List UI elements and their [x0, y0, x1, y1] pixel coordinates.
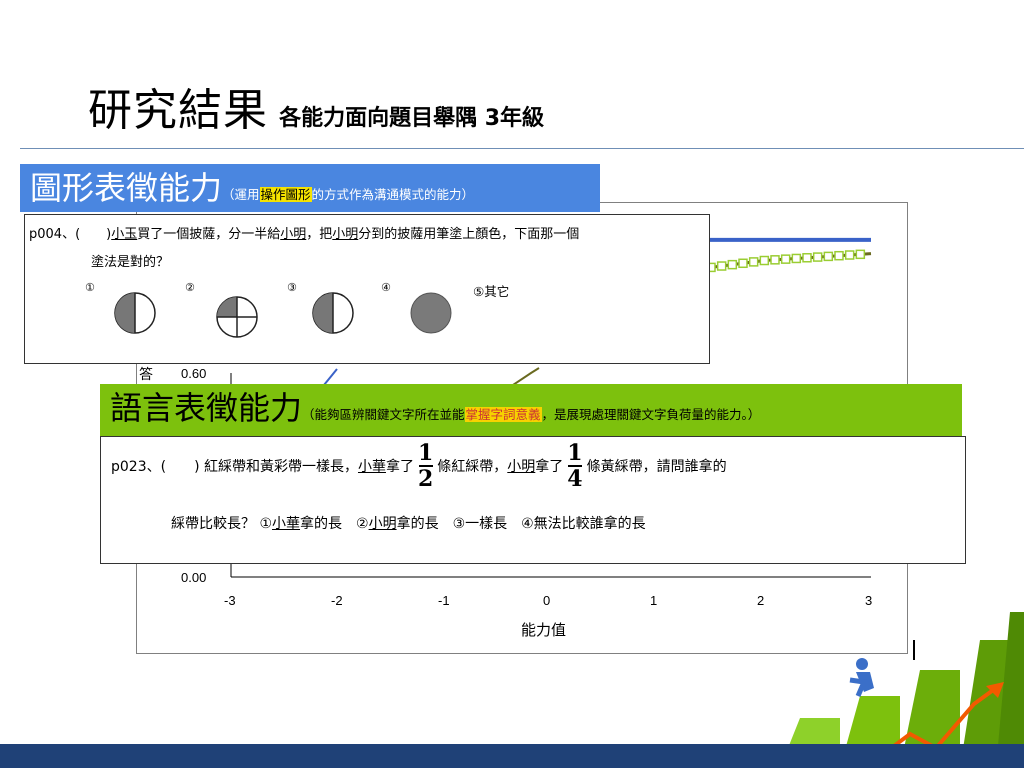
lang-desc-post: ，是展現處理關鍵文字負荷量的能力。）: [541, 407, 761, 422]
y-axis-label: 答: [139, 366, 153, 382]
staircase-decoration: [780, 612, 1024, 768]
option-4-label: ④: [381, 281, 391, 294]
q1-seg-g: 分到的披薩用筆塗上顏色，下面那一個: [358, 227, 580, 242]
fraction-one-quarter: 14: [567, 441, 582, 491]
partial-curve-segment-2: [512, 367, 540, 386]
x-axis-label: 能力值: [521, 622, 566, 639]
x-tick-label-1: 1: [650, 593, 657, 608]
y-tick-label-000: 0.00: [181, 570, 206, 585]
series-1-marker: [716, 261, 727, 271]
frac1-denominator: 2: [417, 466, 434, 492]
q2-seg-b: 小華: [357, 459, 386, 475]
q1-seg-d: 小明: [280, 227, 307, 242]
series-1-marker: [727, 259, 738, 270]
x-tick-label-neg2: -2: [331, 593, 343, 608]
slide-title: 研究結果: [88, 85, 268, 136]
question-p004-card: p004、( )小玉買了一個披薩，分一半給小明，把小明分到的披薩用筆塗上顏色，下…: [24, 214, 710, 364]
slide-subtitle: 各能力面向題目舉隅 3年級: [279, 106, 545, 131]
fraction-one-half: 12: [418, 441, 433, 491]
pizza-quarter-icon: [216, 296, 258, 338]
x-tick-label-0: 0: [543, 593, 550, 608]
lang-desc-highlight: 掌握字詞意義: [464, 407, 542, 422]
series-1-marker: [780, 254, 791, 264]
x-tick-label-neg3: -3: [224, 593, 236, 608]
q2-l2-a: 綵帶比較長？ ①: [171, 516, 273, 532]
option-5-label: ⑤其它: [473, 284, 510, 299]
q2-l2-d: 小明: [368, 516, 397, 532]
series-1-marker: [834, 250, 844, 261]
language-ability-description: （能夠區辨關鍵文字所在並能掌握字詞意義，是展現處理關鍵文字負荷量的能力。）: [302, 404, 760, 423]
q2-seg-d: 條紅綵帶，: [437, 459, 508, 475]
frac1-numerator: 1: [417, 440, 434, 466]
series-1-marker: [759, 255, 770, 266]
graphic-desc-post: 的方式作為溝通模式的能力）: [311, 187, 475, 202]
option-1-label: ①: [85, 281, 95, 294]
q2-seg-g: 條黃綵帶，請問誰拿的: [586, 459, 727, 475]
q1-seg-c: 買了一個披薩，分一半給: [137, 227, 281, 242]
language-ability-banner: 語言表徵能力 （能夠區辨關鍵文字所在並能掌握字詞意義，是展現處理關鍵文字負荷量的…: [100, 384, 962, 436]
option-3-label: ③: [287, 281, 297, 294]
pizza-half-left-icon: [114, 292, 156, 334]
series-1-marker: [738, 258, 748, 269]
slide-title-row: 研究結果 各能力面向題目舉隅 3年級: [88, 74, 544, 138]
lang-desc-pre: （能夠區辨關鍵文字所在並能: [302, 407, 465, 422]
q2-l2-b: 小華: [272, 516, 301, 532]
question-p023-line1: p023、( ) 紅綵帶和黃彩帶一樣長， 小華 拿了 12 條紅綵帶， 小明 拿了 14…: [111, 441, 727, 491]
q1-seg-a: p004、( ): [29, 227, 112, 242]
footer-bar: [0, 744, 1024, 768]
series-1-marker: [802, 253, 812, 263]
q1-seg-b: 小玉: [111, 227, 138, 242]
runner-icon: [849, 658, 874, 697]
series-1-marker: [812, 252, 823, 262]
q2-seg-e: 小明: [507, 459, 536, 475]
option-2-label: ②: [185, 281, 195, 294]
language-ability-heading: 語言表徵能力: [110, 389, 303, 427]
graphic-ability-heading: 圖形表徵能力: [30, 169, 223, 207]
q1-seg-e: ，把: [306, 227, 333, 242]
q1-seg-f: 小明: [332, 227, 359, 242]
question-p023-line2: 綵帶比較長？ ①小華拿的長 ②小明拿的長 ③一樣長 ④無法比較誰拿的長: [171, 513, 646, 533]
q2-seg-a: p023、( ) 紅綵帶和黃彩帶一樣長，: [111, 459, 358, 475]
question-p004-line1: p004、( )小玉買了一個披薩，分一半給小明，把小明分到的披薩用筆塗上顏色，下…: [29, 223, 579, 242]
series-1-marker: [844, 250, 855, 260]
frac2-denominator: 4: [567, 466, 583, 492]
pizza-full-icon: [410, 292, 452, 334]
question-p023-card: p023、( ) 紅綵帶和黃彩帶一樣長， 小華 拿了 12 條紅綵帶， 小明 拿了 14…: [100, 436, 966, 564]
question-p004-line2: 塗法是對的？: [91, 255, 170, 270]
q2-seg-c: 拿了: [385, 459, 414, 475]
series-1-marker: [791, 253, 802, 264]
graphic-ability-description: （運用操作圖形的方式作為溝通模式的能力）: [222, 184, 474, 203]
series-1-marker: [855, 249, 866, 260]
pizza-half-left-2-icon: [312, 292, 354, 334]
x-tick-label-neg1: -1: [438, 593, 450, 608]
series-1-marker: [748, 257, 759, 267]
series-1-marker: [823, 251, 834, 262]
q2-seg-f: 拿了: [535, 459, 564, 475]
title-divider: [20, 148, 1024, 149]
y-tick-label-060: 0.60: [181, 366, 206, 381]
graphic-desc-pre: （運用: [222, 187, 260, 202]
series-1-marker: [770, 255, 780, 265]
graphic-ability-banner: 圖形表徵能力 （運用操作圖形的方式作為溝通模式的能力）: [20, 164, 600, 212]
frac2-numerator: 1: [567, 440, 583, 466]
graphic-desc-highlight: 操作圖形: [259, 187, 312, 202]
q2-l2-c: 拿的長 ②: [300, 516, 369, 532]
q2-l2-e: 拿的長 ③一樣長 ④無法比較誰拿的長: [396, 516, 646, 532]
